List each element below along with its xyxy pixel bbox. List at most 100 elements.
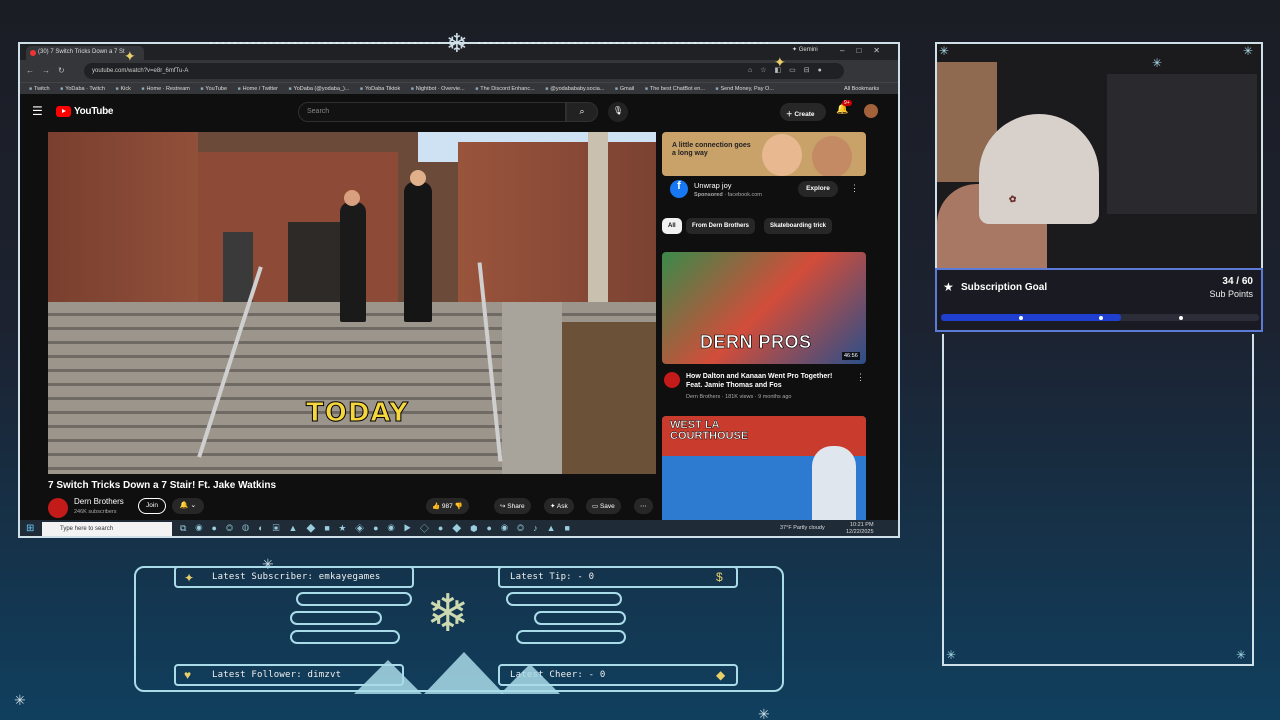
channel-avatar[interactable] [48,498,68,518]
latest-follower-text: Latest Follower: dimzvt [212,670,342,680]
bookmark-item[interactable]: Home · Restream [141,86,189,92]
snowflake-icon: ❄ [446,28,468,58]
video-scene-ground [562,322,656,474]
video-title: 7 Switch Tricks Down a 7 Stair! Ft. Jake… [48,480,277,491]
url-field[interactable]: youtube.com/watch?v=e8r_6mfTu-A [84,63,844,79]
subscribe-bell-button[interactable]: 🔔 ⌄ [172,498,204,514]
star-icon: ★ [943,280,954,294]
subscription-progress-fill [941,314,1122,321]
save-button[interactable]: ▭ Save [586,498,621,514]
subscription-progress-track [941,314,1259,321]
notification-badge: 9+ [842,100,852,106]
video-caption: TODAY [306,398,409,429]
bookmark-item[interactable]: Home / Twitter [238,86,278,92]
webcam-frame: ✿ [935,42,1263,292]
bookmark-item[interactable]: Twitch [29,86,50,92]
corner-star-icon: ✳ [1243,44,1254,58]
share-button[interactable]: ↪ Share [494,498,531,514]
ad-title[interactable]: Unwrap joy [694,181,732,190]
bookmark-item[interactable]: YoDaba (@yodaba_)... [289,86,350,92]
chip-all[interactable]: All [662,218,682,234]
weather-widget[interactable]: 37°F Partly cloudy [780,525,825,531]
like-button[interactable]: 👍 987 👎 [426,498,469,514]
decorative-wave [516,630,626,644]
bookmark-item[interactable]: YoDaba Tiktok [360,86,400,92]
join-button[interactable]: Join [138,498,166,514]
hamburger-menu-icon[interactable]: ☰ [32,104,43,118]
thumbnail-text: DERN PROS [700,332,812,353]
mountain-decoration [500,664,560,694]
ad-sponsored-line: Sponsored · facebook.com [694,192,762,198]
windows-start-icon[interactable]: ⊞ [26,523,34,534]
channel-avatar[interactable] [664,372,680,388]
bookmark-item[interactable]: @yodabababy.socia... [545,86,604,92]
video-thumbnail[interactable]: WEST LA COURTHOUSE [662,416,866,526]
snowflake-icon: ❄ [426,585,470,643]
all-bookmarks[interactable]: All Bookmarks [840,86,880,92]
chip-topic[interactable]: Skateboarding trick [764,218,833,234]
chip-from-channel[interactable]: From Dern Brothers [686,218,756,234]
decorative-wave [534,611,626,625]
bookmark-item[interactable]: The Discord Enhanc... [475,86,534,92]
progress-marker [1099,316,1103,320]
latest-subscriber-text: Latest Subscriber: emkayegames [212,572,381,582]
youtube-favicon-icon [30,50,36,56]
recommended-video-title[interactable]: How Dalton and Kanaan Went Pro Together!… [686,372,846,390]
alerts-panel: ✳ ✦ Latest Subscriber: emkayegames Lates… [134,556,784,696]
tab-title: (30) 7 Switch Tricks Down a 7 St [38,49,125,55]
bookmarks-bar: Twitch YoDaba · Twitch Kick Home · Restr… [20,82,898,94]
video-scene-window [223,232,253,302]
microphone-icon[interactable]: 🎙 [608,102,628,122]
window-controls[interactable]: –□✕ [840,46,892,55]
more-actions-icon[interactable]: ⋯ [634,498,653,514]
mountain-decoration [424,652,504,694]
corner-star-icon: ✳ [1236,648,1247,662]
account-avatar[interactable] [864,104,878,118]
mountain-decoration [354,660,422,694]
thumbnail-text: WEST LA COURTHOUSE [670,419,749,442]
subscription-goal-count: 34 / 60 [1222,276,1253,287]
recommended-video-meta: Dern Brothers · 181K views · 9 months ag… [686,394,792,400]
youtube-logo-text: YouTube [74,106,114,117]
webcam-beanie [979,114,1099,224]
webcam-background [1107,74,1257,214]
bookmark-item[interactable]: Gmail [615,86,634,92]
video-duration: 46:56 [842,352,860,360]
clock-time: 10:21 PM [849,522,874,528]
ask-button[interactable]: ✦ Ask [544,498,574,514]
snowflake-icon: ✳ [14,692,26,708]
gemini-label: Gemini [798,47,818,53]
gemini-button[interactable]: ✦ Gemini [792,46,818,53]
ad-more-icon[interactable]: ⋮ [850,183,859,194]
nav-buttons[interactable]: ←→↻ [26,66,73,75]
video-thumbnail[interactable]: DERN PROS 46:56 [662,252,866,364]
ad-photo-person [812,136,852,176]
latest-tip-row: Latest Tip: - 0 $ [498,566,738,588]
progress-marker [1019,316,1023,320]
dislike-icon[interactable]: 👎 [455,503,463,510]
ad-banner[interactable]: A little connection goes a long way [662,132,866,176]
channel-name[interactable]: Dern Brothers [74,497,124,506]
bookmark-item[interactable]: Kick [115,86,131,92]
bookmark-item[interactable]: Send Money, Pay O... [715,86,773,92]
taskbar-app-icons[interactable]: ⧉◉●◎◍◐▣▲◆■★◈●◉▶◇●◆⬢●◉◎♪▲■ [180,523,579,534]
bookmark-item[interactable]: Nightbot · Overvie... [411,86,465,92]
video-player[interactable]: TODAY [48,132,656,474]
latest-tip-text: Latest Tip: - 0 [510,572,595,582]
search-icon[interactable]: ⌕ [566,102,598,122]
youtube-logo-icon[interactable] [56,106,71,117]
bookmark-item[interactable]: YouTube [200,86,227,92]
create-label: Create [794,111,815,118]
video-more-icon[interactable]: ⋮ [856,372,865,383]
video-scene-skater-head [410,170,426,186]
explore-button[interactable]: Explore [798,181,838,197]
search-input[interactable]: Search [298,102,566,122]
create-button[interactable]: ＋ Create [780,103,826,121]
taskbar-search-input[interactable]: Type here to search [42,522,172,536]
extension-icons[interactable]: ⌂☆◧▭⊟● [748,66,830,74]
video-scene-skater [404,182,432,322]
system-clock[interactable]: 10:21 PM 12/22/2025 [846,522,874,536]
bookmark-item[interactable]: YoDaba · Twitch [60,86,105,92]
ask-label: Ask [556,503,568,510]
bookmark-item[interactable]: The best ChatBot en... [645,86,705,92]
